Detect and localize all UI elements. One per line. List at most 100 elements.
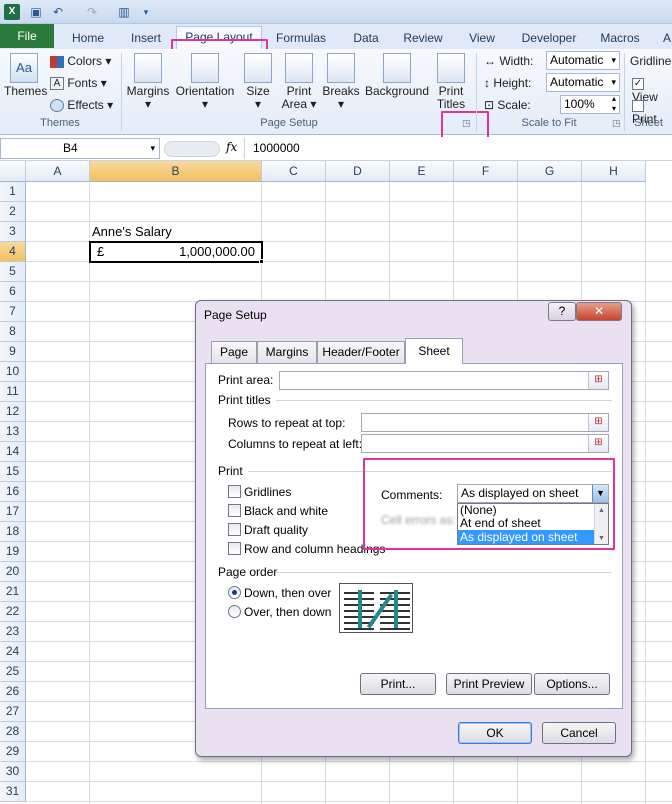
row-header[interactable]: 5	[0, 262, 26, 282]
row-header[interactable]: 13	[0, 422, 26, 442]
row-header[interactable]: 17	[0, 502, 26, 522]
row-header[interactable]: 22	[0, 602, 26, 622]
tab-view[interactable]: View	[464, 28, 500, 48]
background-button[interactable]: Background	[363, 51, 431, 98]
row-header[interactable]: 23	[0, 622, 26, 642]
scale-launcher-icon[interactable]: ◳	[612, 118, 621, 129]
row-header[interactable]: 9	[0, 342, 26, 362]
save-icon[interactable]: ▣	[28, 4, 44, 20]
row-header[interactable]: 11	[0, 382, 26, 402]
row-col-headings-checkbox[interactable]	[228, 542, 241, 555]
row-header[interactable]: 25	[0, 662, 26, 682]
select-all-corner[interactable]	[0, 161, 26, 182]
row-header[interactable]: 30	[0, 762, 26, 782]
column-header[interactable]: F	[454, 161, 518, 182]
row-header[interactable]: 3	[0, 222, 26, 242]
column-header[interactable]: H	[582, 161, 646, 182]
spin-icon[interactable]: ▴ ▾	[612, 94, 616, 114]
row-header[interactable]: 2	[0, 202, 26, 222]
row-header[interactable]: 21	[0, 582, 26, 602]
black-white-checkbox[interactable]	[228, 504, 241, 517]
help-button[interactable]: ?	[548, 302, 576, 321]
tab-insert[interactable]: Insert	[124, 28, 168, 48]
cols-repeat-input[interactable]: ⊞	[361, 434, 609, 453]
tab-header-footer[interactable]: Header/Footer	[317, 341, 405, 363]
tab-margins[interactable]: Margins	[257, 341, 317, 363]
tab-home[interactable]: Home	[68, 28, 108, 48]
row-header[interactable]: 4	[0, 242, 26, 262]
cancel-button[interactable]: Cancel	[542, 722, 616, 744]
down-then-over-radio[interactable]	[228, 586, 241, 599]
chart-icon[interactable]: ▥	[116, 4, 132, 20]
tab-review[interactable]: Review	[400, 28, 446, 48]
row-header[interactable]: 14	[0, 442, 26, 462]
customize-toolbar-icon[interactable]: ▾	[138, 4, 154, 20]
row-header[interactable]: 1	[0, 182, 26, 202]
print-area-input[interactable]: ⊞	[279, 371, 609, 390]
row-header[interactable]: 20	[0, 562, 26, 582]
row-header[interactable]: 18	[0, 522, 26, 542]
column-header[interactable]: C	[262, 161, 326, 182]
rows-repeat-input[interactable]: ⊞	[361, 413, 609, 432]
print-titles-button[interactable]: Print Titles	[436, 51, 466, 111]
height-dropdown[interactable]: Automatic ▾	[546, 73, 620, 92]
row-header[interactable]: 24	[0, 642, 26, 662]
row-header[interactable]: 26	[0, 682, 26, 702]
fill-handle[interactable]	[259, 259, 264, 264]
name-box[interactable]: B4 ▾	[0, 138, 160, 159]
undo-icon[interactable]: ↶	[50, 4, 66, 20]
redo-icon[interactable]: ↷	[84, 4, 100, 20]
row-header[interactable]: 19	[0, 542, 26, 562]
print-preview-button[interactable]: Print Preview	[446, 673, 532, 695]
breaks-button[interactable]: Breaks ▾	[322, 51, 360, 111]
tab-file[interactable]: File	[0, 24, 54, 48]
row-header[interactable]: 15	[0, 462, 26, 482]
row-header[interactable]: 29	[0, 742, 26, 762]
tab-sheet[interactable]: Sheet	[405, 338, 463, 364]
options-button[interactable]: Options...	[534, 673, 610, 695]
over-then-down-radio[interactable]	[228, 605, 241, 618]
row-header[interactable]: 16	[0, 482, 26, 502]
column-header[interactable]: E	[390, 161, 454, 182]
fonts-button[interactable]: A Fonts ▾	[50, 76, 107, 91]
print-button[interactable]: Print...	[360, 673, 436, 695]
close-button[interactable]: ✕	[576, 302, 622, 321]
formula-input[interactable]: 1000000	[244, 138, 672, 159]
range-picker-icon[interactable]: ⊞	[588, 372, 608, 389]
row-header[interactable]: 8	[0, 322, 26, 342]
insert-function-icon[interactable]: fx	[226, 140, 237, 154]
margins-button[interactable]: Margins ▾	[126, 51, 170, 111]
tab-data[interactable]: Data	[346, 28, 386, 48]
cell-b3[interactable]: Anne's Salary	[92, 224, 172, 239]
draft-quality-checkbox[interactable]	[228, 523, 241, 536]
row-header[interactable]: 10	[0, 362, 26, 382]
row-header[interactable]: 6	[0, 282, 26, 302]
ok-button[interactable]: OK	[458, 722, 532, 744]
row-header[interactable]: 12	[0, 402, 26, 422]
column-header[interactable]: B	[90, 161, 262, 182]
tab-macros[interactable]: Macros	[596, 28, 644, 48]
print-area-button[interactable]: Print Area ▾	[280, 51, 318, 111]
width-dropdown[interactable]: Automatic ▾	[546, 51, 620, 70]
column-header[interactable]: A	[26, 161, 90, 182]
row-header[interactable]: 27	[0, 702, 26, 722]
tab-page[interactable]: Page	[211, 341, 257, 363]
range-picker-icon[interactable]: ⊞	[588, 435, 608, 452]
scale-stepper[interactable]: 100% ▴ ▾	[560, 94, 620, 114]
themes-button[interactable]: Aa Themes	[4, 51, 47, 98]
row-header[interactable]: 28	[0, 722, 26, 742]
tab-developer[interactable]: Developer	[516, 28, 582, 48]
effects-button[interactable]: Effects ▾	[50, 98, 113, 113]
cell-b4-selected[interactable]: £ 1,000,000.00	[89, 241, 264, 264]
tab-a[interactable]: A	[662, 28, 672, 48]
tab-formulas[interactable]: Formulas	[272, 28, 330, 48]
column-header[interactable]: G	[518, 161, 582, 182]
size-button[interactable]: Size ▾	[243, 51, 273, 111]
orientation-button[interactable]: Orientation ▾	[173, 51, 237, 111]
row-header[interactable]: 7	[0, 302, 26, 322]
range-picker-icon[interactable]: ⊞	[588, 414, 608, 431]
row-header[interactable]: 31	[0, 782, 26, 802]
colors-button[interactable]: Colors ▾	[50, 54, 111, 68]
gridlines-checkbox[interactable]	[228, 485, 241, 498]
column-header[interactable]: D	[326, 161, 390, 182]
